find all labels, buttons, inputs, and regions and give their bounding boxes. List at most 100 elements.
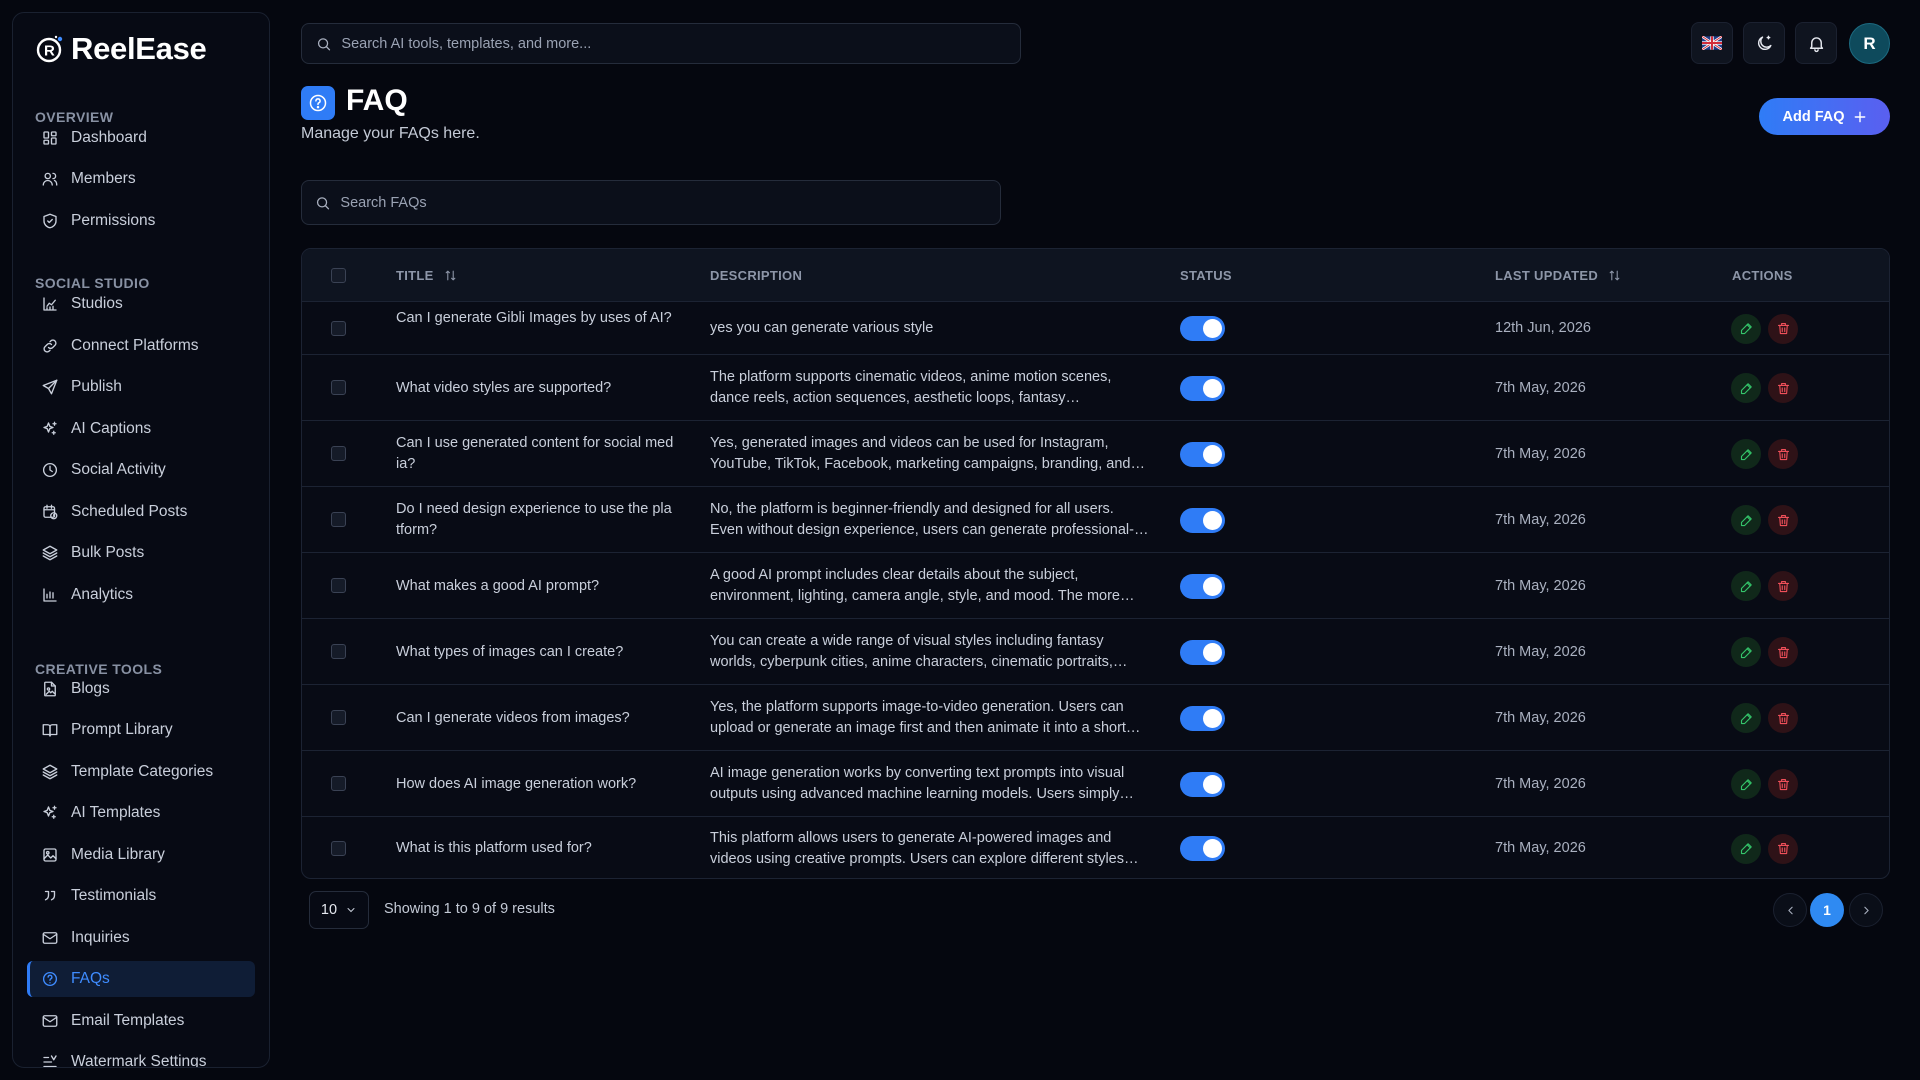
th-title-label: TITLE — [396, 268, 434, 283]
th-title[interactable]: TITLE — [396, 268, 457, 283]
page-size-select[interactable]: 10 — [309, 891, 369, 929]
row-checkbox[interactable] — [331, 512, 346, 527]
row-checkbox[interactable] — [331, 644, 346, 659]
help-circle-icon — [42, 971, 58, 987]
sidebar-item-studios[interactable]: Studios — [27, 286, 255, 322]
status-toggle[interactable] — [1180, 441, 1225, 467]
delete-button[interactable] — [1768, 703, 1798, 733]
chart-icon — [43, 297, 57, 311]
faq-description: The platform supports cinematic videos, … — [710, 367, 1150, 409]
edit-button[interactable] — [1731, 439, 1761, 469]
status-toggle[interactable] — [1180, 705, 1225, 731]
status-toggle[interactable] — [1180, 316, 1225, 341]
delete-button[interactable] — [1768, 769, 1798, 799]
sidebar-item-media-library[interactable]: Media Library — [27, 837, 255, 873]
edit-button[interactable] — [1731, 833, 1761, 864]
edit-button[interactable] — [1731, 703, 1761, 733]
sidebar-item-label: Publish — [71, 378, 122, 395]
sidebar-item-bulk-posts[interactable]: Bulk Posts — [27, 535, 255, 571]
sidebar-item-email-templates[interactable]: Email Templates — [27, 1003, 255, 1039]
status-toggle[interactable] — [1180, 836, 1225, 861]
edit-button[interactable] — [1731, 505, 1761, 535]
sidebar-item-publish[interactable]: Publish — [27, 369, 255, 405]
global-search-input[interactable] — [341, 35, 1020, 52]
edit-button[interactable] — [1731, 769, 1761, 799]
sidebar-item-blogs[interactable]: Blogs — [27, 671, 255, 707]
trash-icon — [1777, 322, 1789, 335]
sidebar-item-dashboard[interactable]: Dashboard — [27, 120, 255, 156]
sidebar-item-template-categories[interactable]: Template Categories — [27, 754, 255, 790]
row-checkbox[interactable] — [331, 446, 346, 461]
edit-button[interactable] — [1731, 571, 1761, 601]
row-checkbox[interactable] — [331, 578, 346, 593]
uk-flag-icon — [1702, 36, 1722, 50]
add-faq-button[interactable]: Add FAQ — [1759, 98, 1890, 135]
faq-description: AI image generation works by converting … — [710, 763, 1150, 805]
sidebar-item-members[interactable]: Members — [27, 161, 255, 197]
edit-button[interactable] — [1731, 637, 1761, 667]
faq-description: No, the platform is beginner-friendly an… — [710, 499, 1150, 541]
sidebar-item-label: Prompt Library — [71, 721, 173, 738]
delete-button[interactable] — [1768, 571, 1798, 601]
row-checkbox[interactable] — [331, 710, 346, 725]
row-checkbox[interactable] — [331, 776, 346, 791]
edit-button[interactable] — [1731, 373, 1761, 403]
user-avatar[interactable]: R — [1849, 23, 1890, 64]
sidebar-item-ai-templates[interactable]: AI Templates — [27, 795, 255, 831]
trash-icon — [1777, 712, 1789, 724]
page-1-button[interactable]: 1 — [1810, 893, 1844, 927]
row-checkbox[interactable] — [331, 380, 346, 395]
help-circle-icon — [309, 94, 327, 112]
sidebar-item-ai-captions[interactable]: AI Captions — [27, 411, 255, 447]
brand[interactable]: R ReelEase — [35, 31, 207, 67]
delete-button[interactable] — [1768, 373, 1798, 403]
language-button[interactable] — [1691, 22, 1733, 64]
sidebar-item-permissions[interactable]: Permissions — [27, 203, 255, 239]
delete-button[interactable] — [1768, 439, 1798, 469]
row-checkbox[interactable] — [331, 320, 346, 336]
sidebar-item-faqs[interactable]: FAQs — [27, 961, 255, 997]
delete-button[interactable] — [1768, 833, 1798, 864]
users-icon — [42, 172, 58, 186]
sidebar-item-prompt-library[interactable]: Prompt Library — [27, 712, 255, 748]
pencil-icon — [1740, 323, 1752, 335]
faq-search[interactable] — [301, 180, 1001, 225]
sidebar-item-watermark-settings[interactable]: Watermark Settings — [27, 1044, 255, 1067]
status-toggle[interactable] — [1180, 573, 1225, 599]
faq-search-input[interactable] — [340, 194, 1000, 211]
row-checkbox[interactable] — [331, 840, 346, 856]
sidebar-item-scheduled-posts[interactable]: Scheduled Posts — [27, 494, 255, 530]
sidebar-item-label: Members — [71, 170, 136, 187]
page-size-value: 10 — [320, 902, 338, 918]
status-toggle[interactable] — [1180, 771, 1225, 797]
status-toggle[interactable] — [1180, 375, 1225, 401]
sidebar-item-social-activity[interactable]: Social Activity — [27, 452, 255, 488]
prev-page-button[interactable] — [1773, 893, 1807, 927]
sidebar-item-inquiries[interactable]: Inquiries — [27, 920, 255, 956]
faq-description-text: A good AI prompt includes clear details … — [710, 567, 1135, 604]
sidebar-item-testimonials[interactable]: Testimonials — [27, 878, 255, 914]
sidebar-item-analytics[interactable]: Analytics — [27, 577, 255, 613]
pencil-icon — [1740, 646, 1752, 658]
table-row: What makes a good AI prompt? A good AI p… — [302, 553, 1889, 619]
edit-button[interactable] — [1731, 313, 1761, 344]
pencil-icon — [1740, 712, 1752, 724]
theme-toggle-button[interactable] — [1743, 22, 1785, 64]
th-actions: ACTIONS — [1732, 268, 1793, 283]
next-page-button[interactable] — [1849, 893, 1883, 927]
sidebar-item-connect-platforms[interactable]: Connect Platforms — [27, 328, 255, 364]
th-last-updated[interactable]: LAST UPDATED — [1495, 268, 1621, 283]
global-search[interactable] — [301, 23, 1021, 64]
chevron-right-icon — [1863, 906, 1869, 914]
select-all-checkbox[interactable] — [331, 268, 346, 283]
status-toggle[interactable] — [1180, 639, 1225, 665]
delete-button[interactable] — [1768, 313, 1798, 344]
sidebar-item-label: Bulk Posts — [71, 544, 145, 561]
delete-button[interactable] — [1768, 637, 1798, 667]
delete-button[interactable] — [1768, 505, 1798, 535]
notifications-button[interactable] — [1795, 22, 1837, 64]
status-toggle[interactable] — [1180, 507, 1225, 533]
faq-title: Do I need design experience to use the p… — [396, 501, 672, 538]
sidebar-item-label: Inquiries — [71, 929, 130, 946]
faq-description-text: The platform supports cinematic videos, … — [710, 369, 1112, 406]
